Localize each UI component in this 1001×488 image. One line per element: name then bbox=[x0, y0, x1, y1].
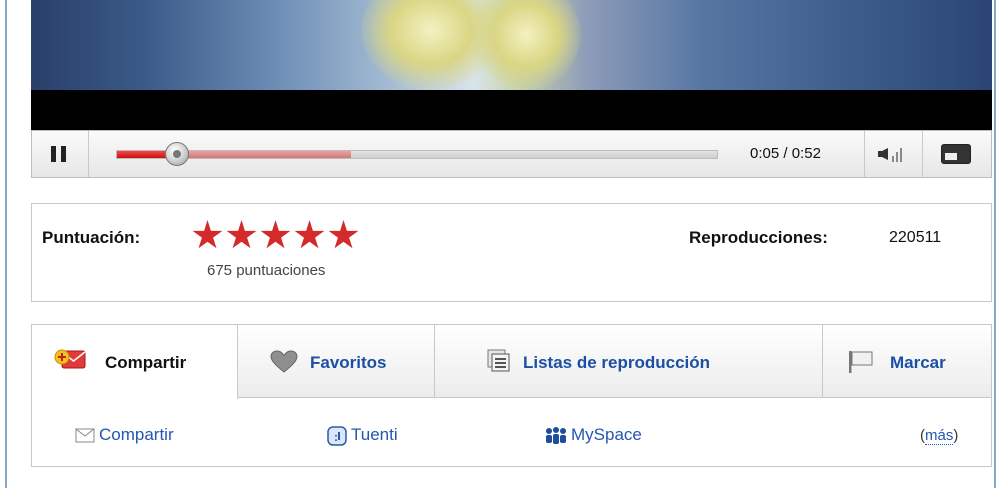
tab-marcar[interactable]: Marcar bbox=[823, 325, 991, 398]
video-frame-detail bbox=[471, 0, 581, 90]
star-icon[interactable] bbox=[294, 220, 325, 249]
more-link[interactable]: más bbox=[925, 427, 954, 445]
progress-bar[interactable] bbox=[116, 142, 718, 166]
envelope-icon bbox=[75, 428, 95, 443]
speaker-icon bbox=[878, 148, 888, 160]
tab-bar: Compartir Favoritos Listas de reproducci… bbox=[32, 325, 991, 399]
star-icon[interactable] bbox=[260, 220, 291, 249]
share-link-label: Tuenti bbox=[351, 425, 398, 444]
screen-size-icon bbox=[941, 144, 971, 164]
rating-label: Puntuación: bbox=[42, 228, 141, 247]
tab-label: Listas de reproducción bbox=[523, 353, 711, 372]
video-frame bbox=[31, 0, 992, 90]
share-link-label: Compartir bbox=[99, 425, 174, 444]
duration: 0:52 bbox=[791, 145, 821, 162]
player-controls: 0:05 / 0:52 bbox=[31, 130, 992, 178]
actions-panel: Compartir Favoritos Listas de reproducci… bbox=[31, 324, 992, 467]
tab-compartir[interactable]: Compartir bbox=[32, 325, 238, 399]
volume-level-bar bbox=[892, 156, 894, 162]
tuenti-icon: : bbox=[327, 425, 347, 446]
tab-listas-de-reproduccion[interactable]: Listas de reproducción bbox=[435, 325, 823, 398]
pause-icon bbox=[51, 146, 56, 162]
mail-plus-icon bbox=[54, 349, 86, 369]
myspace-icon bbox=[546, 426, 566, 444]
star-icon[interactable] bbox=[226, 220, 257, 249]
share-link-myspace[interactable]: MySpace bbox=[545, 425, 642, 445]
time-display: 0:05 / 0:52 bbox=[750, 145, 821, 162]
star-icon[interactable] bbox=[328, 220, 359, 249]
video-display[interactable] bbox=[31, 0, 992, 130]
tab-label: Favoritos bbox=[310, 353, 387, 372]
time-separator: / bbox=[779, 145, 792, 162]
volume-level-bar bbox=[900, 148, 902, 162]
pause-button[interactable] bbox=[32, 131, 89, 177]
volume-button[interactable] bbox=[864, 131, 923, 177]
star-icon[interactable] bbox=[192, 220, 223, 249]
heart-icon bbox=[270, 350, 298, 373]
share-link-tuenti[interactable]: : Tuenti bbox=[327, 425, 398, 446]
share-link-compartir[interactable]: Compartir bbox=[75, 425, 174, 445]
playlist-icon bbox=[487, 349, 510, 372]
rating-panel: Puntuación: 675 puntuaciones Reproduccio… bbox=[31, 203, 992, 302]
pause-icon-bar bbox=[61, 146, 66, 162]
toggle-size-button[interactable] bbox=[922, 131, 992, 177]
share-links-row: Compartir : Tuenti MySpace (más) bbox=[32, 399, 991, 466]
volume-level-bar bbox=[896, 152, 898, 162]
flag-icon bbox=[849, 351, 873, 373]
tab-label: Marcar bbox=[890, 353, 946, 372]
views-label: Reproducciones: bbox=[689, 228, 828, 247]
scrubber-handle[interactable] bbox=[165, 142, 190, 166]
more-options: (más) bbox=[920, 427, 959, 445]
more-close-paren: ) bbox=[953, 427, 959, 444]
ratings-count: 675 puntuaciones bbox=[207, 262, 326, 279]
current-time: 0:05 bbox=[750, 145, 780, 162]
share-link-label: MySpace bbox=[571, 425, 642, 444]
tab-label: Compartir bbox=[105, 353, 187, 372]
svg-text::: : bbox=[334, 430, 338, 444]
tab-favoritos[interactable]: Favoritos bbox=[238, 325, 435, 398]
views-count: 220511 bbox=[889, 229, 942, 246]
star-rating[interactable] bbox=[192, 220, 362, 254]
